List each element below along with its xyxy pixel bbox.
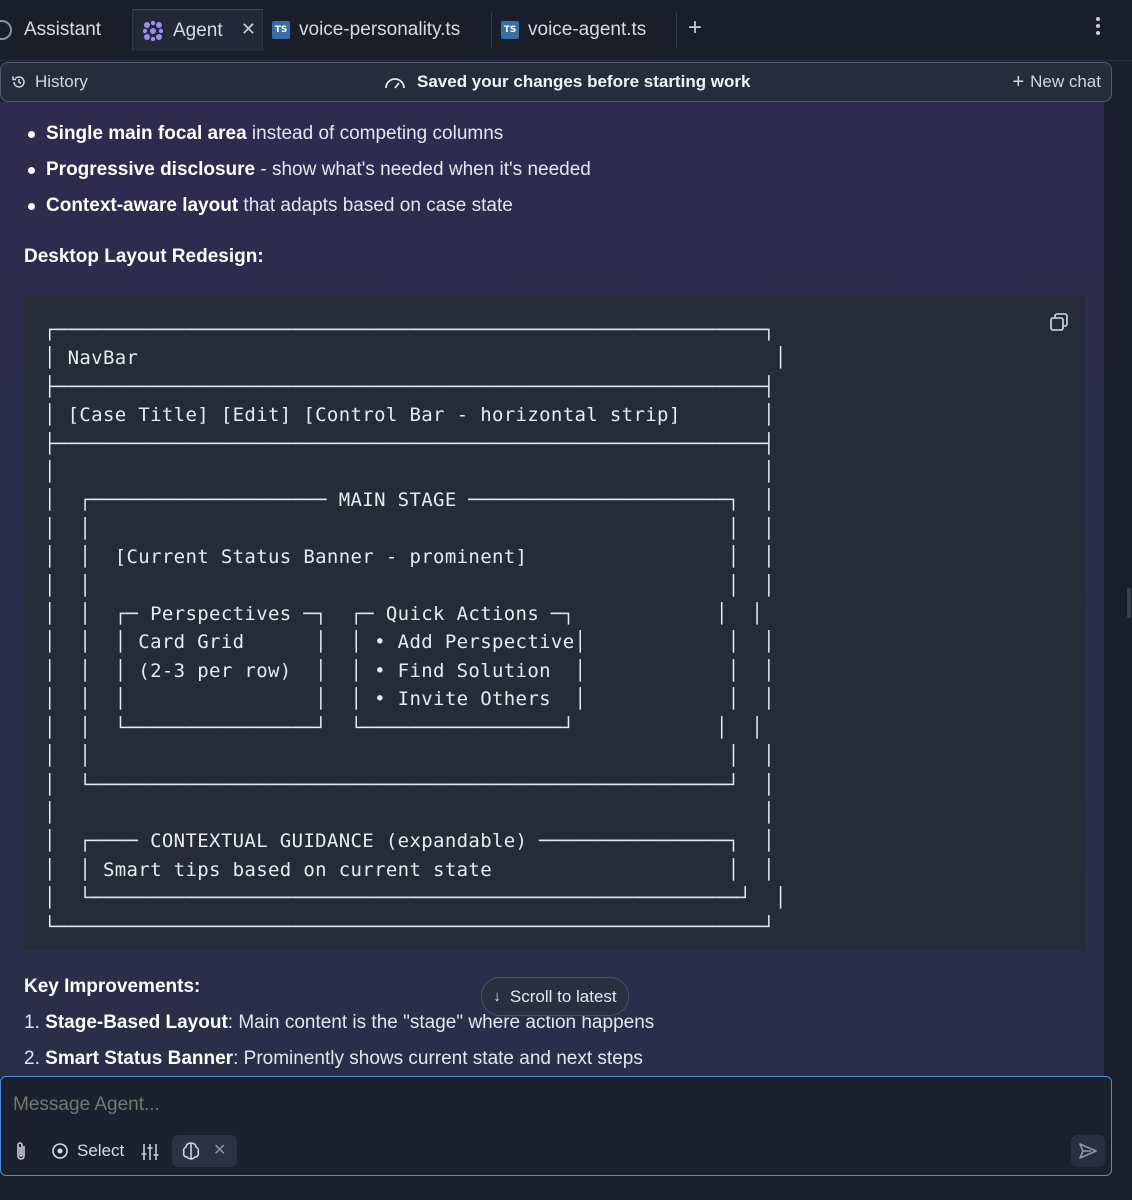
more-options-icon[interactable] [1096, 17, 1100, 35]
tab-divider [491, 12, 492, 48]
gauge-icon [385, 78, 405, 89]
section-title: Desktop Layout Redesign: [24, 246, 264, 267]
remove-chip-icon[interactable]: ✕ [213, 1140, 226, 1160]
tab-label: voice-personality.ts [299, 19, 461, 40]
brain-icon [182, 1142, 200, 1160]
agent-icon [142, 20, 164, 41]
send-button[interactable] [1071, 1135, 1105, 1167]
plus-icon: + [1012, 70, 1025, 93]
scrollbar-thumb[interactable] [1127, 588, 1131, 618]
list-item-bold: Context-aware layout [46, 195, 239, 216]
message-composer: Select ✕ [0, 1076, 1112, 1176]
target-icon [52, 1143, 68, 1159]
message-input[interactable] [11, 1089, 1095, 1121]
list-item-text: instead of competing columns [246, 123, 504, 144]
copy-icon[interactable] [1049, 312, 1069, 332]
tab-assistant[interactable]: Assistant [0, 9, 130, 51]
brain-chip[interactable]: ✕ [172, 1135, 237, 1167]
list-item-text: that adapts based on case state [238, 195, 513, 216]
typescript-file-icon: TS [501, 21, 519, 39]
tab-agent[interactable]: Agent ✕ [132, 9, 263, 51]
tab-label: Agent [173, 19, 223, 41]
send-icon [1079, 1143, 1097, 1159]
scrollbar-track[interactable] [1110, 102, 1132, 1200]
list-item: 2. Smart Status Banner: Prominently show… [24, 1048, 643, 1070]
history-icon [12, 76, 25, 88]
select-label: Select [77, 1141, 125, 1160]
status-text: Saved your changes before starting work [417, 72, 751, 91]
history-button[interactable]: History [11, 63, 88, 101]
list-item: Progressive disclosure - show what's nee… [46, 159, 591, 181]
status-indicator: Saved your changes before starting work [384, 63, 750, 101]
new-chat-label: New chat [1030, 72, 1101, 91]
sliders-icon[interactable] [140, 1142, 160, 1162]
bullet-dot [28, 167, 35, 174]
new-tab-plus-icon[interactable]: + [688, 14, 702, 42]
history-label: History [35, 72, 88, 91]
list-item-bold: Smart Status Banner [45, 1048, 234, 1069]
new-chat-button[interactable]: + New chat [1012, 63, 1101, 101]
list-item-text: - show what's needed when it's needed [255, 159, 591, 180]
list-item: Single main focal area instead of compet… [46, 123, 503, 145]
bullet-dot [28, 131, 35, 138]
list-item-bold: Stage-Based Layout [45, 1012, 228, 1033]
tab-bar: Assistant Agent ✕ TS voice-personality.t… [0, 0, 1132, 61]
arrow-down-icon: ↓ [493, 988, 501, 1005]
tab-voice-agent[interactable]: TS voice-agent.ts [501, 9, 676, 51]
paperclip-icon[interactable] [13, 1141, 29, 1163]
chat-message-area: Single main focal area instead of compet… [0, 102, 1104, 1077]
list-item-bold: Progressive disclosure [46, 159, 256, 180]
chat-header: History Saved your changes before starti… [0, 62, 1112, 102]
code-block: ┌───────────────────────────────────────… [24, 296, 1085, 951]
tab-label: Assistant [24, 19, 102, 40]
select-button[interactable]: Select [51, 1141, 124, 1161]
list-item-text: : Prominently shows current state and ne… [233, 1048, 643, 1069]
typescript-file-icon: TS [272, 21, 290, 39]
scroll-to-latest-button[interactable]: ↓ Scroll to latest [481, 977, 629, 1016]
tab-voice-personality[interactable]: TS voice-personality.ts [272, 9, 490, 51]
tab-label: voice-agent.ts [528, 19, 647, 40]
list-item-bold: Single main focal area [46, 123, 247, 144]
tab-divider [676, 12, 677, 48]
close-icon[interactable]: ✕ [241, 19, 256, 40]
list-number: 2. [24, 1048, 40, 1069]
key-improvements-title: Key Improvements: [24, 976, 201, 997]
list-item: Context-aware layout that adapts based o… [46, 195, 513, 217]
list-number: 1. [24, 1012, 40, 1033]
scroll-to-latest-label: Scroll to latest [509, 986, 617, 1006]
ascii-layout-diagram: ┌───────────────────────────────────────… [44, 319, 787, 938]
bullet-dot [28, 203, 35, 210]
